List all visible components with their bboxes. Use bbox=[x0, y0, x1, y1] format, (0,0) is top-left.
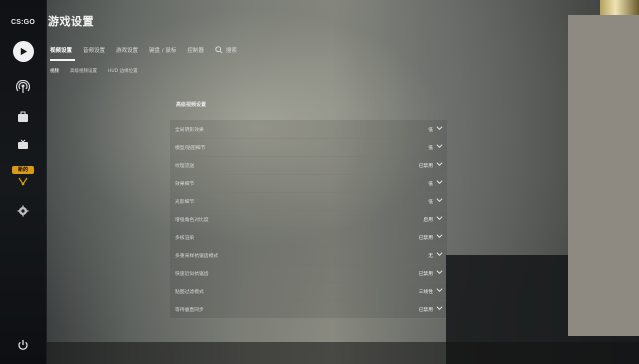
setting-label: 增强角色对比度 bbox=[175, 218, 209, 223]
settings-tabs: 视频设置 音频设置 游戏设置 键盘 / 鼠标 控制器 搜索 bbox=[50, 43, 237, 57]
antenna-icon bbox=[18, 177, 28, 186]
setting-label: 快速近似抗锯齿 bbox=[175, 272, 209, 277]
setting-label: 多重采样抗锯齿模式 bbox=[175, 254, 219, 259]
setting-value: 三线性 bbox=[418, 290, 433, 295]
search-icon bbox=[215, 46, 223, 54]
setting-row[interactable]: 全局阴影效果 低 bbox=[170, 120, 447, 139]
setting-value: 低 bbox=[428, 182, 433, 187]
chevron-down-icon bbox=[436, 198, 443, 203]
power-button[interactable] bbox=[0, 334, 46, 356]
tab-audio[interactable]: 音频设置 bbox=[83, 46, 105, 54]
setting-row[interactable]: 纹理流送 已禁用 bbox=[170, 156, 447, 175]
setting-label: 多核渲染 bbox=[175, 236, 195, 241]
chevron-down-icon bbox=[436, 234, 443, 239]
sidebar: CS:GO 新的 bbox=[0, 0, 47, 364]
background-side-panel bbox=[568, 15, 639, 336]
setting-value: 已禁用 bbox=[418, 164, 433, 169]
power-icon bbox=[18, 340, 28, 350]
chevron-down-icon bbox=[436, 180, 443, 185]
setting-value: 已禁用 bbox=[418, 308, 433, 313]
settings-panel: 高级视频设置 全局阴影效果 低 模型/贴图细节 低 纹理流送 已禁用 效果细节 … bbox=[170, 98, 447, 338]
setting-value: 无 bbox=[428, 254, 433, 259]
setting-row[interactable]: 增强角色对比度 启用 bbox=[170, 210, 447, 229]
active-tab-indicator bbox=[50, 59, 75, 61]
setting-row[interactable]: 多核渲染 已禁用 bbox=[170, 228, 447, 247]
broadcast-icon bbox=[16, 80, 30, 93]
setting-value: 已禁用 bbox=[418, 272, 433, 277]
tv-icon bbox=[18, 139, 28, 149]
app-logo: CS:GO bbox=[0, 14, 46, 30]
setting-label: 模型/贴图细节 bbox=[175, 146, 206, 151]
chevron-down-icon bbox=[436, 126, 443, 131]
setting-row[interactable]: 贴图过滤模式 三线性 bbox=[170, 282, 447, 301]
gear-icon bbox=[17, 205, 29, 217]
search-label: 搜索 bbox=[225, 48, 237, 54]
chevron-down-icon bbox=[436, 144, 443, 149]
setting-row[interactable]: 多重采样抗锯齿模式 无 bbox=[170, 246, 447, 265]
setting-label: 光影细节 bbox=[175, 200, 195, 205]
inventory-button[interactable] bbox=[0, 108, 46, 126]
setting-label: 贴图过滤模式 bbox=[175, 290, 204, 295]
chevron-down-icon bbox=[436, 306, 443, 311]
broadcast-button[interactable] bbox=[0, 78, 46, 96]
chevron-down-icon bbox=[436, 162, 443, 167]
search-button[interactable]: 搜索 bbox=[215, 46, 237, 54]
setting-value: 低 bbox=[428, 200, 433, 205]
setting-value: 低 bbox=[428, 128, 433, 133]
setting-label: 全局阴影效果 bbox=[175, 128, 204, 133]
setting-row[interactable]: 模型/贴图细节 低 bbox=[170, 138, 447, 157]
play-button[interactable] bbox=[0, 38, 46, 64]
chevron-down-icon bbox=[436, 216, 443, 221]
setting-row[interactable]: 效果细节 低 bbox=[170, 174, 447, 193]
setting-row[interactable]: 等待垂直同步 已禁用 bbox=[170, 300, 447, 319]
section-title: 高级视频设置 bbox=[176, 102, 207, 108]
new-badge: 新的 bbox=[12, 166, 34, 174]
subtab-hud-edge[interactable]: HUD 边缘位置 bbox=[108, 68, 138, 74]
setting-value: 已禁用 bbox=[418, 236, 433, 241]
watch-button[interactable] bbox=[0, 136, 46, 154]
setting-row[interactable]: 快速近似抗锯齿 已禁用 bbox=[170, 264, 447, 283]
setting-label: 等待垂直同步 bbox=[175, 308, 204, 313]
tab-controller[interactable]: 控制器 bbox=[187, 46, 204, 54]
play-icon bbox=[12, 40, 34, 62]
subtab-advanced-video[interactable]: 高级视频设置 bbox=[70, 68, 97, 74]
app-root: CS:GO 新的 游戏设置 视频设置 音频设置 游戏设置 键盘 / 鼠标 控制器… bbox=[0, 0, 639, 364]
bottom-bar bbox=[46, 342, 639, 364]
setting-value: 启用 bbox=[423, 218, 433, 223]
tab-keyboard-mouse[interactable]: 键盘 / 鼠标 bbox=[149, 46, 176, 54]
setting-label: 纹理流送 bbox=[175, 164, 195, 169]
app-logo-text: CS:GO bbox=[11, 18, 35, 26]
settings-button[interactable] bbox=[0, 202, 46, 220]
thumbnail-image bbox=[600, 0, 639, 15]
inventory-icon bbox=[18, 111, 28, 122]
chevron-down-icon bbox=[436, 288, 443, 293]
setting-row[interactable]: 光影细节 低 bbox=[170, 192, 447, 211]
tab-game[interactable]: 游戏设置 bbox=[116, 46, 138, 54]
setting-label: 效果细节 bbox=[175, 182, 195, 187]
page-title: 游戏设置 bbox=[48, 15, 94, 28]
subtab-video[interactable]: 视频 bbox=[50, 68, 59, 74]
chevron-down-icon bbox=[436, 252, 443, 257]
video-subtabs: 视频 高级视频设置 HUD 边缘位置 bbox=[50, 66, 149, 76]
news-button[interactable] bbox=[0, 174, 46, 188]
tab-video[interactable]: 视频设置 bbox=[50, 46, 72, 54]
setting-value: 低 bbox=[428, 146, 433, 151]
chevron-down-icon bbox=[436, 270, 443, 275]
